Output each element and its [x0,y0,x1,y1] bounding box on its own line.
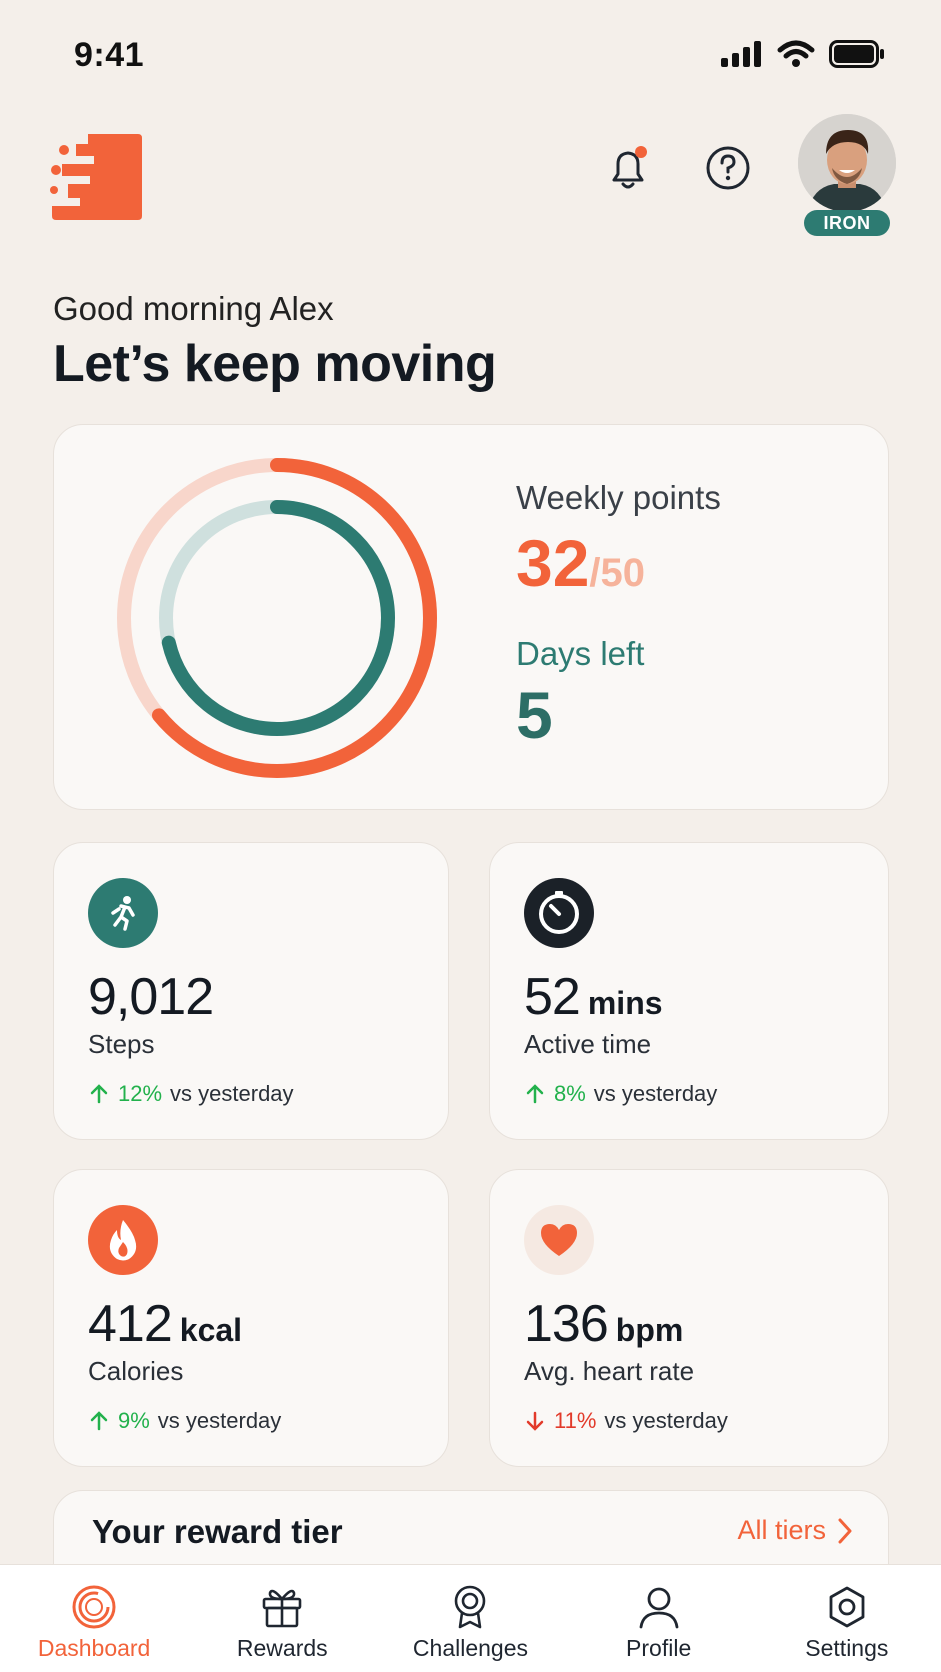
steps-label: Steps [88,1029,155,1059]
weekly-points-label: Weekly points [516,479,721,516]
app-logo [50,134,142,220]
trend-percent: 12% [118,1081,163,1106]
calories-unit: kcal [179,1312,243,1348]
status-bar: 9:41 [0,0,941,110]
calories-label: Calories [88,1356,184,1386]
person-icon [635,1583,683,1631]
active-time-value: 52 [524,968,581,1026]
tab-settings[interactable]: Settings [762,1565,932,1662]
tab-label: Profile [626,1635,692,1661]
steps-card[interactable]: 9,012 Steps 12% vs yesterday [53,842,449,1140]
dashboard-icon [70,1583,118,1631]
stat-value: 52 mins [524,967,663,1027]
stat-value: 136 bpm [524,1294,683,1354]
medal-icon [446,1583,494,1631]
timer-icon [524,878,594,948]
trend-text: vs yesterday [170,1081,294,1106]
days-left-label: Days left [516,635,645,672]
progress-rings [117,458,437,778]
trend-text: vs yesterday [157,1408,282,1433]
calories-trend: 9% vs yesterday [88,1408,281,1434]
arrow-up-icon [526,1084,544,1104]
help-icon [706,146,750,190]
reward-tier-title: Your reward tier [92,1513,343,1550]
heart-rate-label: Avg. heart rate [524,1356,695,1386]
trend-text: vs yesterday [604,1408,728,1433]
tab-label: Settings [805,1635,889,1661]
status-icons [721,40,885,68]
wifi-icon [777,40,815,67]
calories-value: 412 [88,1295,173,1353]
running-icon [88,878,158,948]
page-title: Let’s keep moving [53,335,497,393]
tab-dashboard[interactable]: Dashboard [9,1565,179,1662]
trend-percent: 8% [554,1081,586,1106]
active-time-trend: 8% vs yesterday [524,1081,717,1107]
tab-profile[interactable]: Profile [574,1565,744,1662]
active-time-unit: mins [587,985,663,1021]
tier-badge: IRON [804,210,890,236]
weekly-progress-card[interactable]: Weekly points 32 /50 Days left 5 [53,424,889,810]
bell-icon [612,146,647,189]
days-left-value: 5 [516,678,553,752]
heart-rate-card[interactable]: 136 bpm Avg. heart rate 11% vs yesterday [489,1169,889,1467]
trend-text: vs yesterday [593,1081,718,1106]
chevron-right-icon [838,1518,852,1543]
gear-icon [823,1583,871,1631]
status-time: 9:41 [74,36,145,74]
avatar [798,114,896,212]
signal-icon [721,41,761,67]
greeting-text: Good morning Alex [53,290,334,327]
stat-value: 412 kcal [88,1294,242,1354]
weekly-points-current: 32 [516,526,590,600]
heart-rate-value: 136 [524,1295,609,1353]
notifications-button[interactable] [600,140,656,196]
stat-value: 9,012 [88,967,214,1027]
active-time-card[interactable]: 52 mins Active time 8% vs yesterday [489,842,889,1140]
bottom-tab-bar: Dashboard Rewards Challenges Profile Set… [0,1564,941,1672]
steps-value: 9,012 [88,968,214,1026]
arrow-up-icon [90,1411,108,1431]
heart-icon [524,1205,594,1275]
battery-icon [829,40,884,68]
active-time-label: Active time [524,1029,652,1059]
arrow-down-icon [526,1411,544,1431]
trend-percent: 11% [554,1408,597,1433]
tab-rewards[interactable]: Rewards [197,1565,367,1662]
tab-label: Challenges [412,1635,529,1661]
gift-icon [258,1583,306,1631]
help-button[interactable] [700,140,756,196]
all-tiers-link[interactable]: All tiers [737,1515,854,1546]
flame-icon [88,1205,158,1275]
weekly-points-value: 32 /50 [516,525,645,601]
calories-card[interactable]: 412 kcal Calories 9% vs yesterday [53,1169,449,1467]
steps-trend: 12% vs yesterday [88,1081,294,1107]
tab-label: Rewards [236,1635,328,1661]
tab-label: Dashboard [37,1635,151,1661]
heart-rate-trend: 11% vs yesterday [524,1408,728,1434]
trend-percent: 9% [118,1408,150,1433]
heart-rate-unit: bpm [615,1312,684,1348]
weekly-points-goal: /50 [589,551,646,595]
profile-avatar-button[interactable]: IRON [798,114,896,236]
arrow-up-icon [90,1084,108,1104]
tab-challenges[interactable]: Challenges [385,1565,555,1662]
all-tiers-label: All tiers [737,1515,826,1545]
